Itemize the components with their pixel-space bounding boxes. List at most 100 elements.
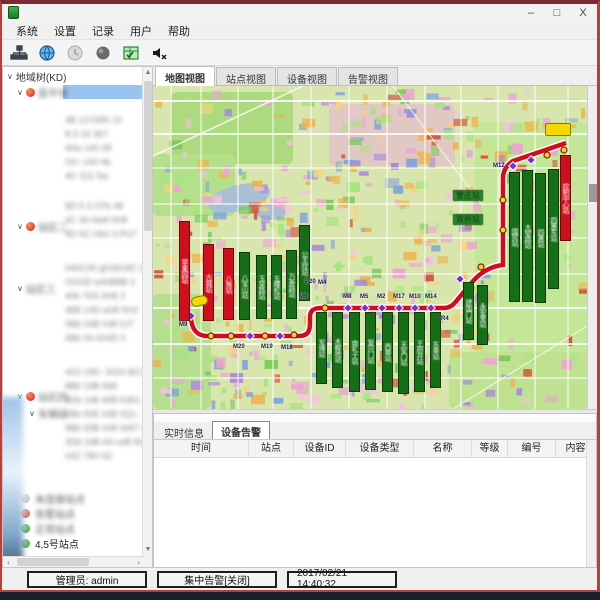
tree-node[interactable]: ∨车辆段 xyxy=(29,406,68,421)
station-bar[interactable]: 王府井站 xyxy=(414,312,425,392)
station-bar[interactable]: 东单站 xyxy=(430,312,441,388)
minimize-button[interactable]: – xyxy=(523,5,539,21)
column-header[interactable]: 名称 xyxy=(414,440,472,457)
chevron-down-icon[interactable]: ∨ xyxy=(7,72,13,81)
tree-node-label: 站区四 xyxy=(38,389,68,404)
list-item[interactable]: 8D 5 3 07N 48 xyxy=(65,201,145,211)
scroll-up-icon[interactable]: ▲ xyxy=(143,67,153,78)
sphere-icon[interactable] xyxy=(92,42,114,63)
sidebar-hscrollbar[interactable]: ‹ › xyxy=(3,556,144,567)
chevron-down-icon[interactable]: ∨ xyxy=(17,222,23,231)
line-marker-label: M20 xyxy=(233,344,245,350)
station-bar[interactable]: 南礼士站 xyxy=(349,312,360,392)
menu-item-2[interactable]: 记录 xyxy=(84,22,122,40)
column-header[interactable]: 设备类型 xyxy=(346,440,414,457)
list-item[interactable]: 40b 7K5 0H8 3 xyxy=(65,291,145,301)
list-item[interactable]: 03+ 140-4b xyxy=(65,157,145,167)
tree-node[interactable]: ∨站区四 xyxy=(17,389,68,404)
status-alarm-toggle[interactable]: 集中告警[关闭] xyxy=(157,571,277,588)
topology-icon[interactable] xyxy=(8,42,30,63)
tree-root[interactable]: ∨地域树(KD) xyxy=(7,69,66,84)
station-bar[interactable]: 永安里站 xyxy=(477,285,488,345)
menu-item-3[interactable]: 用户 xyxy=(122,22,160,40)
list-item[interactable]: 04bC05 g01B18D 3H 04bB xyxy=(65,263,145,273)
view-tab-2[interactable]: 设备视图 xyxy=(277,67,337,85)
station-bar[interactable]: 军博站 xyxy=(316,312,327,384)
station-bar[interactable]: 玉泉路站 xyxy=(256,255,267,319)
list-item[interactable]: 8Bb 19B 5b8 xyxy=(65,381,145,391)
view-tab-3[interactable]: 告警视图 xyxy=(338,67,398,85)
station-bar[interactable]: 西单站 xyxy=(382,312,393,392)
list-item[interactable]: 40: 511 5w xyxy=(65,171,145,181)
station-bar[interactable]: 公主坟站 xyxy=(299,225,310,301)
list-item[interactable]: 8-3 16 3b7 xyxy=(65,129,145,139)
alarm-tab-0[interactable]: 实时信息 xyxy=(156,423,212,439)
mute-icon[interactable] xyxy=(148,42,170,63)
alarm-tab-1[interactable]: 设备告警 xyxy=(212,421,270,439)
station-bar[interactable]: 天安门站 xyxy=(398,312,409,394)
station-bar[interactable]: 苹果园站 xyxy=(179,221,190,321)
sidebar-vscrollbar[interactable]: ▲ ▼ xyxy=(142,67,152,567)
list-item[interactable]: 40w 140 48 xyxy=(65,143,145,153)
scroll-down-icon[interactable]: ▼ xyxy=(143,544,153,555)
list-item[interactable]: 0Bb 54B h38 5J7 xyxy=(65,319,145,329)
station-bar[interactable]: 八角站 xyxy=(223,248,234,320)
column-header[interactable]: 站点 xyxy=(249,440,294,457)
station-bar[interactable]: 八宝山站 xyxy=(239,252,250,320)
view-tab-0[interactable]: 地图视图 xyxy=(155,66,215,86)
station-bar[interactable]: 建国门站 xyxy=(463,282,474,340)
tree-node[interactable]: ∨站区三 xyxy=(17,281,56,296)
list-item[interactable]: 4B8 14D w08 0H3 xyxy=(65,305,145,315)
column-header[interactable]: 时间 xyxy=(154,440,249,457)
station-tag[interactable]: 双桥站 xyxy=(453,214,483,225)
list-item[interactable]: 9Bb 93B 438 0b57 H1M3 xyxy=(65,423,145,433)
tree-node[interactable]: ∨站区二 xyxy=(17,219,68,234)
close-button[interactable]: X xyxy=(575,5,591,21)
station-bar[interactable]: 大望路站 xyxy=(522,170,533,302)
chevron-down-icon[interactable]: ∨ xyxy=(17,88,23,97)
tree-selected-row[interactable] xyxy=(63,85,146,99)
column-header[interactable]: 设备ID xyxy=(294,440,346,457)
map-view[interactable]: 苹果园站 古城站八角站八宝山站玉泉路站五棵松站万寿路站公主坟站军博站木樨地站南礼士… xyxy=(153,86,597,409)
station-bar[interactable]: 复兴门站 xyxy=(365,312,376,390)
list-item[interactable]: 3Db 24B A9-s4B B2 w1M4 xyxy=(65,437,145,447)
station-bar[interactable]: 四惠站 xyxy=(535,173,546,303)
column-header[interactable]: 编号 xyxy=(508,440,556,457)
map-vscrollbar[interactable] xyxy=(587,86,597,409)
station-tag[interactable]: 管庄站 xyxy=(453,190,483,201)
scroll-right-icon[interactable]: › xyxy=(133,557,144,568)
list-item[interactable]: 8Db 148 40B A3b1 1L5m xyxy=(65,395,145,405)
station-bar[interactable]: 万寿路站 xyxy=(286,250,297,319)
column-header[interactable]: 等级 xyxy=(472,440,508,457)
tree-node[interactable]: ∨昌平线 xyxy=(17,85,68,100)
view-tab-1[interactable]: 站点视图 xyxy=(216,67,276,85)
legend-label: 4,5号站点 xyxy=(35,536,79,551)
station-bar[interactable]: 五棵松站 xyxy=(271,255,282,319)
list-item[interactable]: 4B 13-D9N 10 xyxy=(65,115,145,125)
maximize-button[interactable]: □ xyxy=(549,5,565,21)
station-bar[interactable]: 古城站 xyxy=(203,244,214,321)
globe-icon[interactable] xyxy=(36,42,58,63)
menu-item-4[interactable]: 帮助 xyxy=(160,22,198,40)
menu-item-0[interactable]: 系统 xyxy=(8,22,46,40)
chevron-down-icon[interactable]: ∨ xyxy=(17,284,23,293)
scroll-left-icon[interactable]: ‹ xyxy=(3,557,14,568)
station-bar[interactable]: 木樨地站 xyxy=(332,312,343,388)
list-item[interactable]: 4D 5C Hb4 3 PU7 xyxy=(65,229,145,239)
list-item[interactable]: 0Bb 938 15B 0Q1 - 5 1s1Z xyxy=(65,409,145,419)
station-bar[interactable]: 控制中心站 xyxy=(560,155,571,241)
list-item[interactable]: 04Z 79H 5Z xyxy=(65,451,145,461)
station-bar-label: 王府井站 xyxy=(416,340,423,364)
list-item[interactable]: 0310D w40B8B 3 xyxy=(65,277,145,287)
history-icon[interactable] xyxy=(64,42,86,63)
alarm-table-header: 时间站点设备ID设备类型名称等级编号内容 xyxy=(154,440,596,458)
station-bar[interactable]: 四惠东站 xyxy=(548,169,559,289)
list-item[interactable]: 4Bb 04 A34D 3 xyxy=(65,333,145,343)
menu-item-1[interactable]: 设置 xyxy=(46,22,84,40)
alarm-table-vscrollbar[interactable] xyxy=(586,440,596,567)
list-item[interactable]: 4S3 19D -301b BZ1B xyxy=(65,367,145,377)
station-bar[interactable]: 国贸站 xyxy=(509,172,520,302)
report-icon[interactable] xyxy=(120,42,142,63)
list-item[interactable]: 4C 40-0w8 0H8 xyxy=(65,215,145,225)
chevron-down-icon[interactable]: ∨ xyxy=(29,409,35,418)
